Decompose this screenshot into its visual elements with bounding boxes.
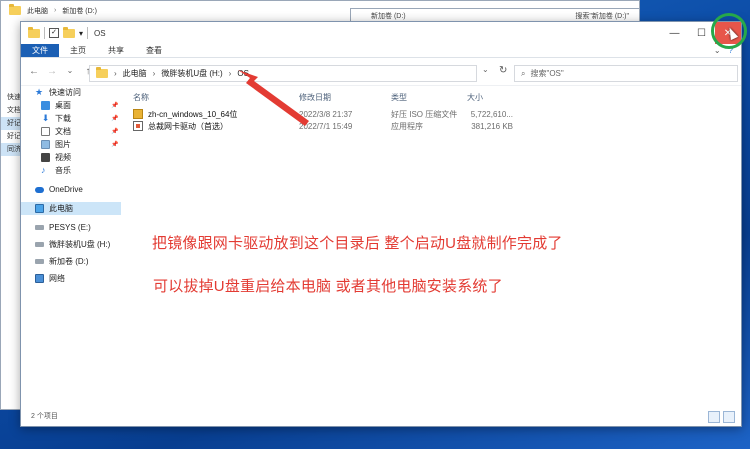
annotation-arrow-icon — [238, 70, 309, 126]
